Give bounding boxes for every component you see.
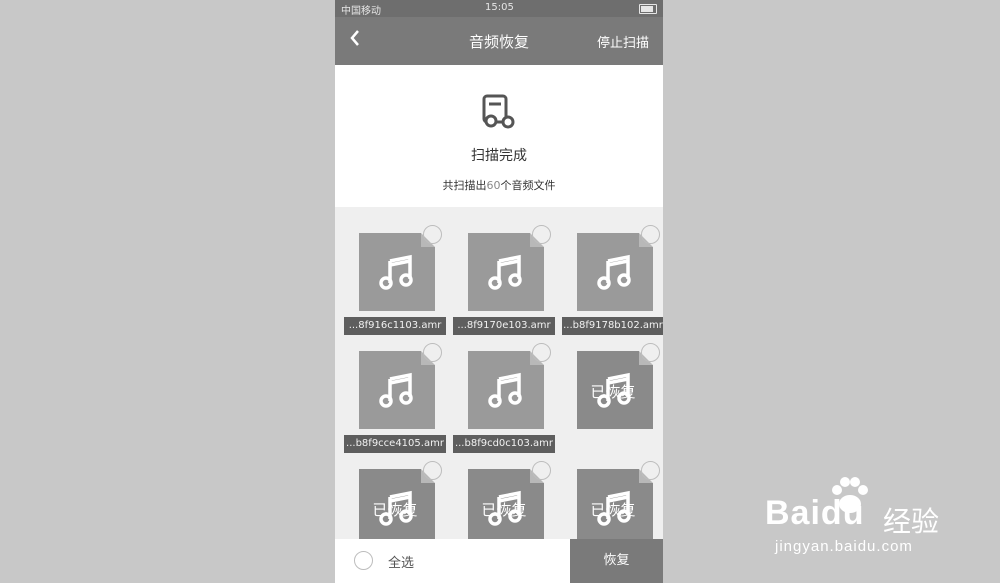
clock: 15:05 <box>485 2 514 13</box>
bottom-bar: 全选 恢复 <box>335 539 663 583</box>
scan-summary: 扫描完成 共扫描出60个音频文件 <box>335 65 663 207</box>
summary-prefix: 共扫描出 <box>442 179 487 192</box>
music-note-icon <box>379 372 413 408</box>
audio-file-icon <box>482 94 515 129</box>
file-select-checkbox[interactable] <box>641 225 660 244</box>
stop-scan-button[interactable]: 停止扫描 <box>597 32 649 51</box>
music-note-icon <box>488 372 522 408</box>
watermark-brand: Baidu 经验 <box>765 472 950 538</box>
restored-label: 已恢复 <box>481 501 527 519</box>
scan-status-title: 扫描完成 <box>471 148 527 164</box>
music-note-icon <box>597 254 631 290</box>
file-tile[interactable]: ...b8f9cd0c103.amr <box>451 325 557 453</box>
carrier-name: 中国移动 <box>341 6 381 17</box>
file-tile[interactable]: ...8f916c1103.amr <box>342 207 448 335</box>
file-grid: ...8f916c1103.amr ...8f9170e103.amr ...b8f… <box>335 207 663 547</box>
summary-suffix: 个音频文件 <box>500 179 556 192</box>
file-select-checkbox[interactable] <box>641 343 660 362</box>
file-select-checkbox[interactable] <box>641 461 660 480</box>
restored-label: 已恢复 <box>372 501 418 519</box>
file-select-checkbox[interactable] <box>423 225 442 244</box>
select-all-checkbox[interactable] <box>354 551 373 570</box>
battery-icon <box>639 4 657 14</box>
watermark: Baidu 经验 jingyan.baidu.com <box>765 472 950 567</box>
music-note-icon <box>379 254 413 290</box>
paw-icon <box>832 477 868 513</box>
restored-label: 已恢复 <box>590 501 636 519</box>
restored-label: 已恢复 <box>590 383 636 401</box>
file-select-checkbox[interactable] <box>532 225 551 244</box>
scan-summary-text: 共扫描出60个音频文件 <box>335 177 663 193</box>
file-tile[interactable]: ...b8f9cce4105.amr <box>342 325 448 453</box>
watermark-url: jingyan.baidu.com <box>775 538 913 555</box>
music-note-icon <box>488 254 522 290</box>
nav-bar: 音频恢复 停止扫描 <box>335 17 663 65</box>
file-tile[interactable]: 已恢复 <box>560 325 663 439</box>
file-select-checkbox[interactable] <box>532 461 551 480</box>
select-all-label[interactable]: 全选 <box>388 552 414 571</box>
file-count: 60 <box>486 179 501 192</box>
file-select-checkbox[interactable] <box>423 461 442 480</box>
file-select-checkbox[interactable] <box>423 343 442 362</box>
phone-screen: 中国移动 15:05 音频恢复 停止扫描 扫描完成 共扫描出60个音频文件 ..… <box>335 0 663 583</box>
restore-button[interactable]: 恢复 <box>570 539 663 583</box>
status-bar: 中国移动 15:05 <box>335 0 663 17</box>
watermark-product: 经验 <box>883 505 940 538</box>
file-tile[interactable]: ...8f9170e103.amr <box>451 207 557 335</box>
file-select-checkbox[interactable] <box>532 343 551 362</box>
file-tile[interactable]: ...b8f9178b102.amr <box>560 207 663 335</box>
